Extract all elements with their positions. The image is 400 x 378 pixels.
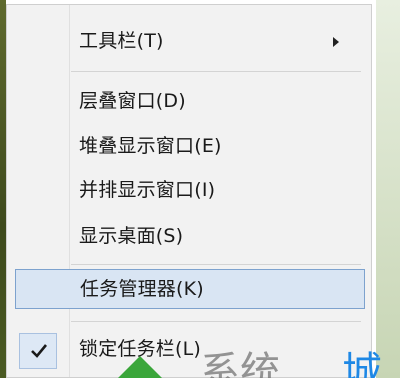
checkmark-icon: [31, 344, 48, 358]
watermark-text-accent: 城: [342, 349, 382, 378]
menu-item-side-by-side[interactable]: 并排显示窗口(I): [7, 171, 371, 211]
menu-item-task-manager[interactable]: 任务管理器(K): [15, 269, 365, 309]
menu-item-label: 堆叠显示窗口(E): [79, 135, 222, 157]
submenu-arrow-icon: [333, 37, 339, 47]
menu-item-label: 显示桌面(S): [79, 225, 184, 247]
menu-item-label: 层叠窗口(D): [79, 90, 186, 112]
desktop-background-right: [376, 0, 400, 378]
watermark-logo-icon: [118, 356, 162, 378]
menu-item-toolbars[interactable]: 工具栏(T): [7, 22, 371, 62]
menu-item-label: 任务管理器(K): [80, 278, 204, 300]
menu-item-show-desktop[interactable]: 显示桌面(S): [7, 217, 371, 257]
menu-item-stack-windows[interactable]: 堆叠显示窗口(E): [7, 127, 371, 167]
taskbar-context-menu: 工具栏(T) 层叠窗口(D) 堆叠显示窗口(E) 并排显示窗口(I) 显示桌面(…: [6, 4, 372, 378]
menu-separator: [71, 264, 361, 265]
menu-separator: [71, 71, 361, 72]
watermark-text: 系统: [200, 349, 280, 378]
menu-item-lock-taskbar[interactable]: 锁定任务栏(L): [7, 330, 371, 370]
checked-indicator: [19, 333, 57, 369]
screenshot-stage: 工具栏(T) 层叠窗口(D) 堆叠显示窗口(E) 并排显示窗口(I) 显示桌面(…: [0, 0, 400, 378]
menu-item-label: 工具栏(T): [79, 30, 164, 52]
menu-item-cascade-windows[interactable]: 层叠窗口(D): [7, 82, 371, 122]
menu-item-label: 并排显示窗口(I): [79, 179, 216, 201]
menu-separator: [71, 321, 361, 322]
